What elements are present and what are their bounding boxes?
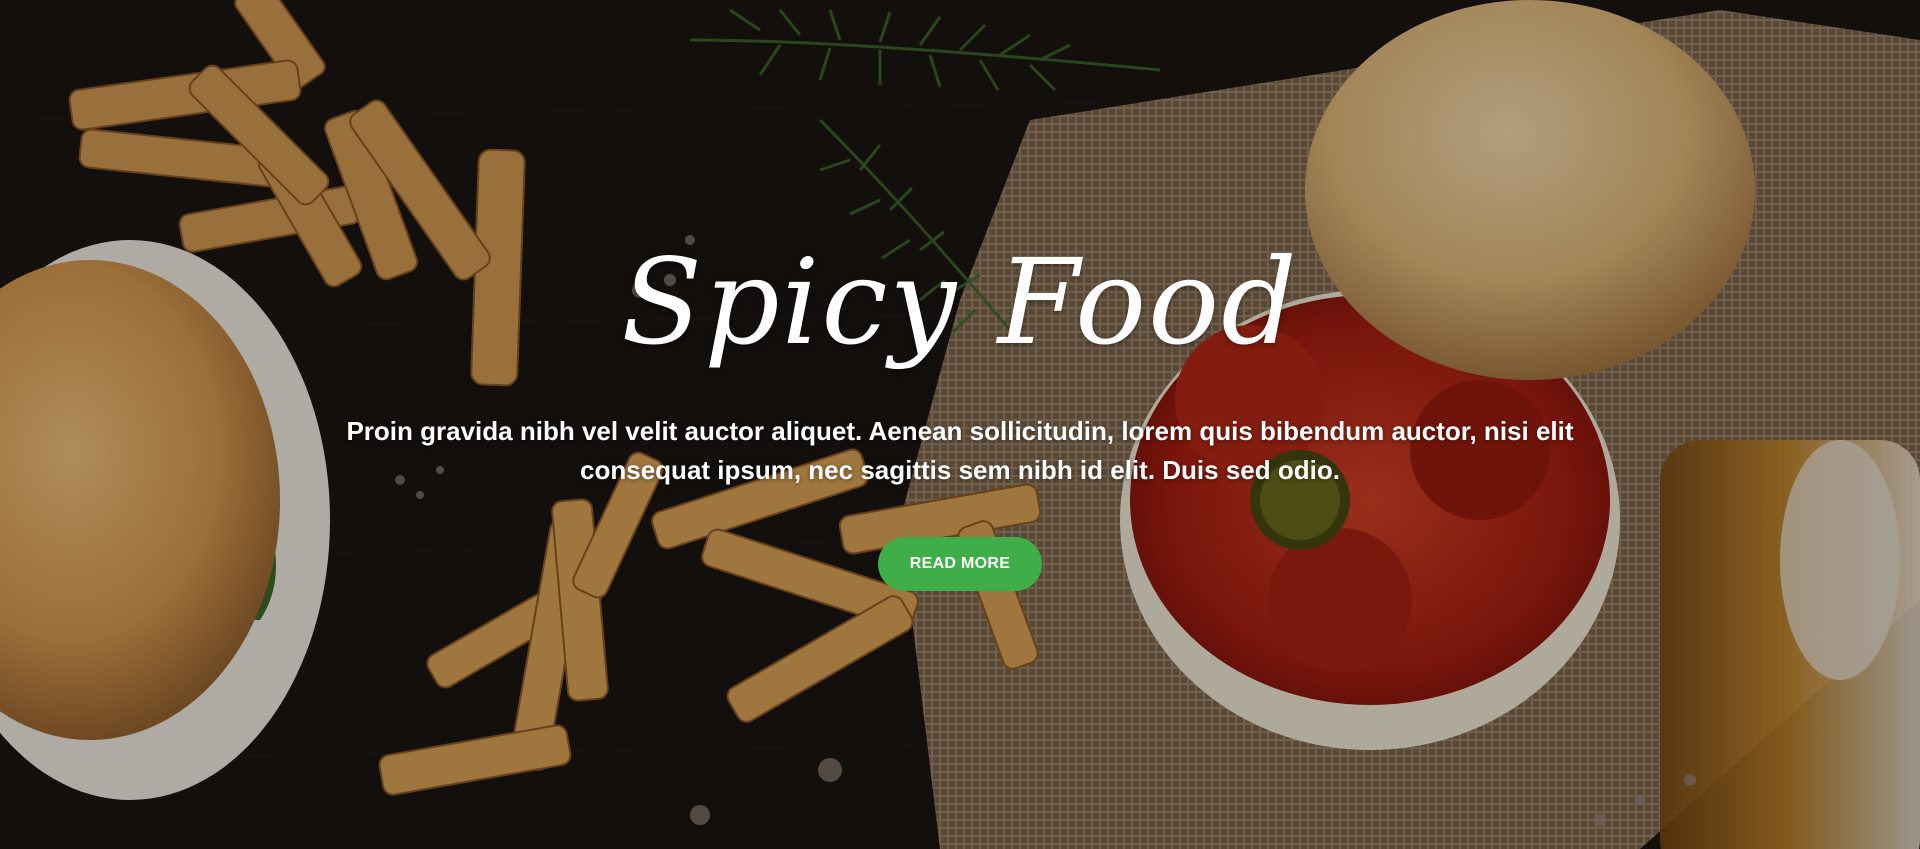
hero-description: Proin gravida nibh vel velit auctor aliq… [346,416,1574,485]
hero-content: Spicy Food Proin gravida nibh vel velit … [0,0,1920,849]
hero-section: Spicy Food Proin gravida nibh vel velit … [0,0,1920,849]
read-more-button[interactable]: READ MORE [878,537,1042,591]
hero-title: Spicy Food [621,233,1299,371]
